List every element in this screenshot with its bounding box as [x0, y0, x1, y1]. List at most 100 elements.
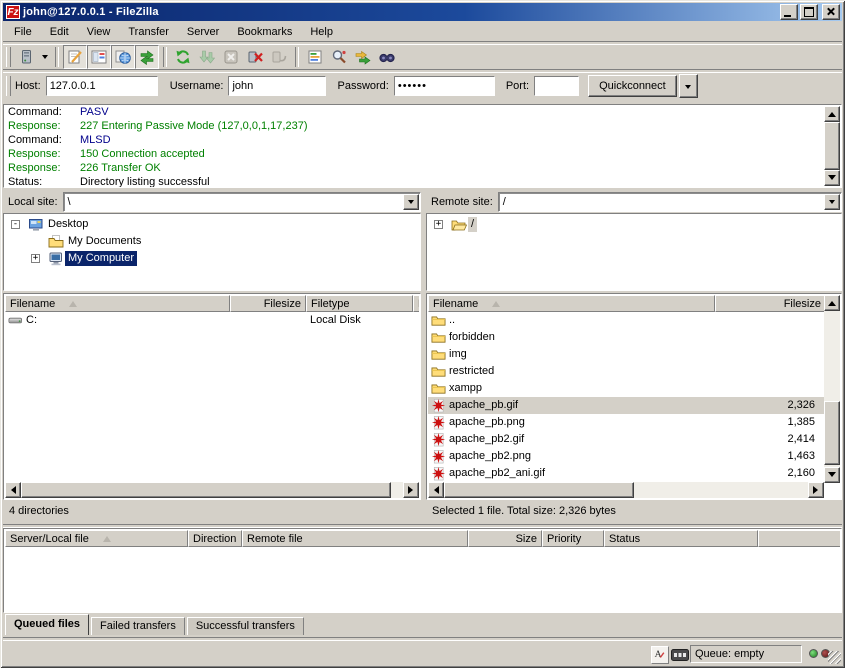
synchronized-browsing-button[interactable]	[375, 45, 399, 69]
column-header-priority[interactable]: Priority	[542, 530, 604, 547]
filter-button[interactable]	[303, 45, 327, 69]
log-line-label: Response:	[8, 147, 80, 161]
message-log-toggle-button[interactable]	[63, 45, 87, 69]
local-tree-toggle-button[interactable]	[87, 45, 111, 69]
scroll-right-button[interactable]	[808, 482, 824, 498]
process-queue-button[interactable]	[195, 45, 219, 69]
file-row-c[interactable]: C:Local Disk	[5, 312, 419, 329]
scroll-down-button[interactable]	[824, 170, 840, 186]
remote-vertical-scrollbar[interactable]	[824, 295, 840, 483]
site-manager-dropdown-button[interactable]	[39, 45, 51, 69]
column-header-filetype[interactable]: Filetype	[306, 295, 413, 312]
column-header-status[interactable]: Status	[604, 530, 758, 547]
host-input[interactable]	[47, 77, 157, 95]
maximize-button[interactable]	[800, 4, 818, 20]
scrollbar-thumb[interactable]	[444, 482, 634, 498]
transfer-queue-toggle-button[interactable]	[135, 45, 159, 69]
remote-tree-toggle-button[interactable]	[111, 45, 135, 69]
tab-failed-transfers[interactable]: Failed transfers	[91, 617, 185, 635]
scroll-left-button[interactable]	[428, 482, 444, 498]
file-row-apachepb2anigif[interactable]: apache_pb2_ani.gif2,160	[428, 465, 824, 481]
minimize-button[interactable]	[780, 4, 798, 20]
tree-item-label[interactable]: Desktop	[45, 217, 91, 232]
queue-tabs: Queued filesFailed transfersSuccessful t…	[5, 614, 842, 635]
tree-item-desktop[interactable]: - Desktop	[4, 216, 420, 233]
log-scrollbar[interactable]	[824, 106, 840, 186]
file-row-apachepb2gif[interactable]: apache_pb2.gif2,414	[428, 431, 824, 448]
file-row-img[interactable]: img	[428, 346, 824, 363]
disconnect-button[interactable]	[243, 45, 267, 69]
scrollbar-thumb[interactable]	[824, 122, 840, 170]
resize-grip[interactable]	[828, 651, 841, 664]
menu-file[interactable]: File	[5, 24, 41, 40]
quickconnect-dropdown-button[interactable]	[679, 74, 698, 98]
toolbar-gripper[interactable]	[6, 76, 11, 96]
column-header-size[interactable]: Size	[468, 530, 542, 547]
port-input[interactable]	[535, 77, 578, 95]
file-row-restricted[interactable]: restricted	[428, 363, 824, 380]
file-row-apachepb2png[interactable]: apache_pb2.png1,463	[428, 448, 824, 465]
menu-view[interactable]: View	[78, 24, 120, 40]
quickconnect-button[interactable]: Quickconnect	[588, 75, 677, 97]
tab-successful-transfers[interactable]: Successful transfers	[187, 617, 304, 635]
tree-item-my-documents[interactable]: My Documents	[4, 233, 420, 250]
column-header-filesize[interactable]: Filesize	[230, 295, 306, 312]
ascii-datatype-icon[interactable]: A	[651, 646, 669, 664]
tree-item-label[interactable]: My Documents	[65, 234, 144, 249]
tree-item-label[interactable]: /	[468, 217, 477, 232]
column-header-last-modified[interactable]: Last modified	[413, 295, 419, 312]
file-row-[interactable]: ..	[428, 312, 824, 329]
column-header-filename[interactable]: Filename	[428, 295, 715, 312]
local-site-dropdown-button[interactable]	[403, 194, 419, 210]
column-header-filesize[interactable]: Filesize	[715, 295, 824, 312]
reconnect-button[interactable]	[267, 45, 291, 69]
file-row-apachepbpng[interactable]: apache_pb.png1,385	[428, 414, 824, 431]
file-row-apachepbgif[interactable]: apache_pb.gif2,326	[428, 397, 824, 414]
username-input[interactable]	[229, 77, 325, 95]
titlebar[interactable]: Fz john@127.0.0.1 - FileZilla	[3, 3, 842, 21]
tree-item-label[interactable]: My Computer	[65, 251, 137, 266]
scroll-right-button[interactable]	[403, 482, 419, 498]
scroll-up-button[interactable]	[824, 106, 840, 122]
cancel-operation-button[interactable]	[219, 45, 243, 69]
scrollbar-thumb[interactable]	[21, 482, 391, 498]
column-header-server-local-file[interactable]: Server/Local file	[5, 530, 188, 547]
expand-icon[interactable]: +	[434, 220, 443, 229]
password-label: Password:	[337, 80, 388, 92]
scroll-left-button[interactable]	[5, 482, 21, 498]
column-header-remote-file[interactable]: Remote file	[242, 530, 468, 547]
local-site-combo[interactable]: \	[63, 192, 421, 212]
column-header-filename[interactable]: Filename	[5, 295, 230, 312]
tree-item-my-computer[interactable]: + My Computer	[4, 250, 420, 267]
menu-edit[interactable]: Edit	[41, 24, 78, 40]
scroll-down-button[interactable]	[824, 467, 840, 483]
collapse-icon[interactable]: -	[11, 220, 20, 229]
menu-help[interactable]: Help	[301, 24, 342, 40]
expand-icon[interactable]: +	[31, 254, 40, 263]
file-row-forbidden[interactable]: forbidden	[428, 329, 824, 346]
site-manager-button[interactable]	[15, 45, 39, 69]
file-row-xampp[interactable]: xampp	[428, 380, 824, 397]
toolbar-gripper[interactable]	[6, 47, 11, 67]
filezilla-app-icon[interactable]: Fz	[6, 5, 20, 19]
tab-queued-files[interactable]: Queued files	[5, 614, 89, 635]
column-header-direction[interactable]: Direction	[188, 530, 242, 547]
column-header-filler[interactable]	[758, 530, 840, 547]
scroll-up-button[interactable]	[824, 295, 840, 311]
local-horizontal-scrollbar[interactable]	[5, 482, 419, 498]
remote-horizontal-scrollbar[interactable]	[428, 482, 824, 498]
remote-site-dropdown-button[interactable]	[824, 194, 840, 210]
file-search-button[interactable]	[327, 45, 351, 69]
close-button[interactable]	[822, 4, 840, 20]
remote-site-combo[interactable]: /	[498, 192, 842, 212]
directory-comparison-button[interactable]	[351, 45, 375, 69]
indicator-badge-icon[interactable]	[671, 649, 689, 661]
scrollbar-thumb[interactable]	[824, 401, 840, 465]
column-header-label: Server/Local file	[10, 533, 89, 545]
menu-bookmarks[interactable]: Bookmarks	[228, 24, 301, 40]
refresh-button[interactable]	[171, 45, 195, 69]
password-input[interactable]	[395, 77, 494, 95]
menu-transfer[interactable]: Transfer	[119, 24, 178, 40]
menu-server[interactable]: Server	[178, 24, 228, 40]
tree-item-/[interactable]: +/	[427, 216, 841, 233]
